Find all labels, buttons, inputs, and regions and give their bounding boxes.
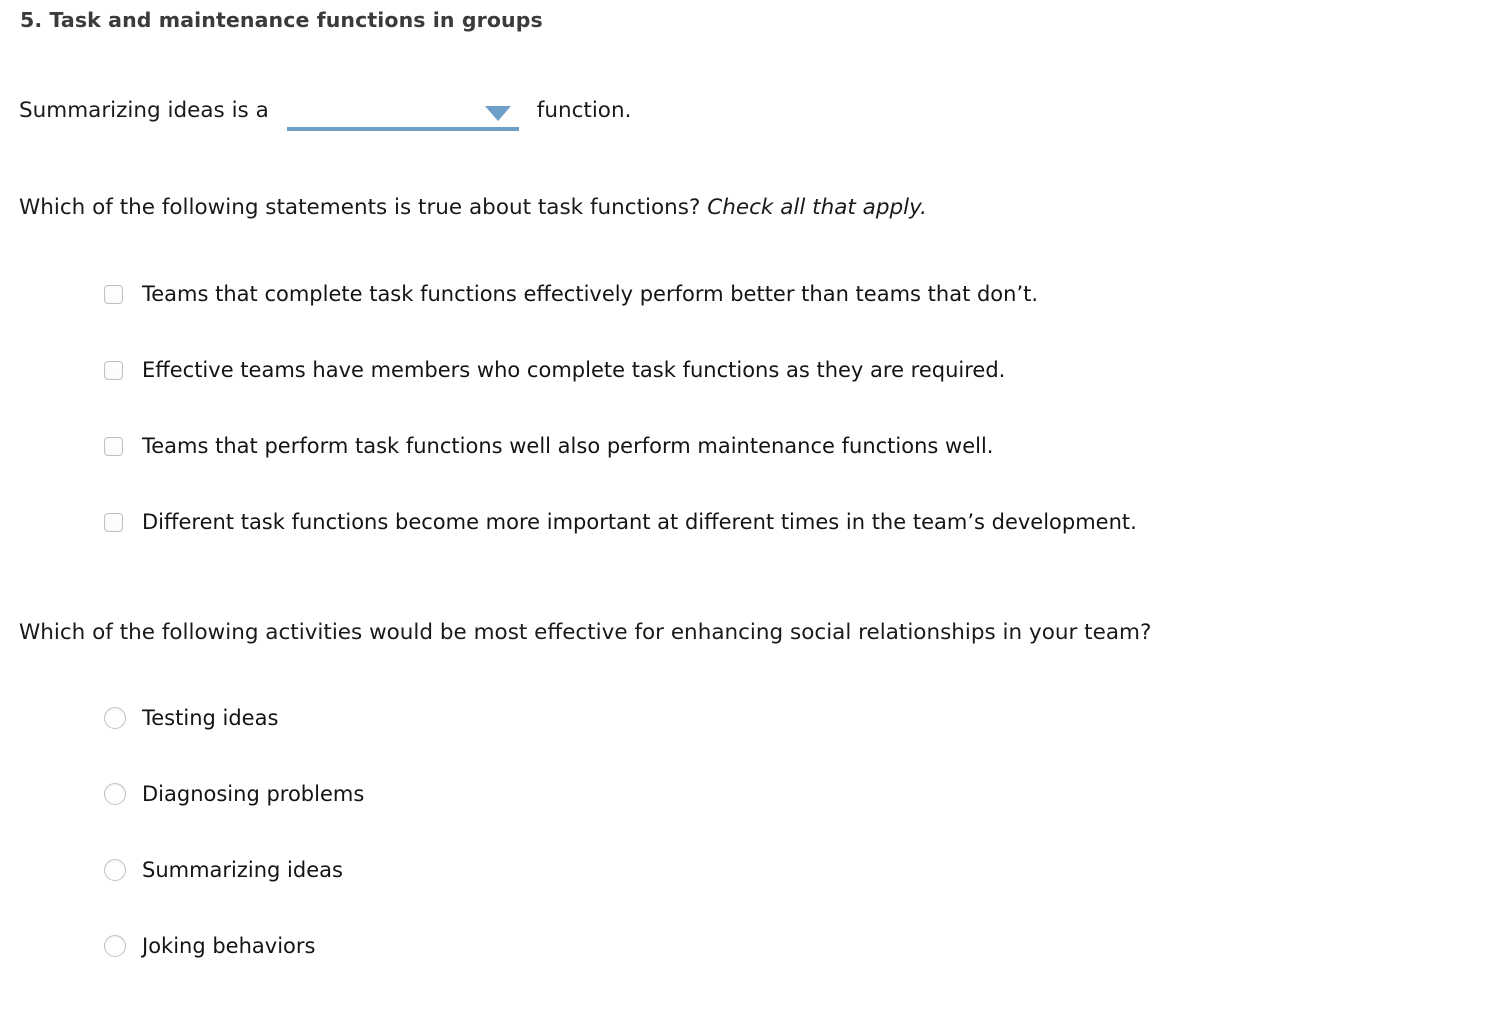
checkbox-option-row[interactable]: Teams that perform task functions well a…: [0, 433, 1460, 459]
radio-input[interactable]: [104, 859, 126, 881]
radio-option-row[interactable]: Summarizing ideas: [0, 857, 1460, 883]
checkbox-question-prompt: Which of the following statements is tru…: [19, 195, 927, 220]
checkbox-option-row[interactable]: Different task functions become more imp…: [0, 509, 1460, 535]
radio-option-row[interactable]: Diagnosing problems: [0, 781, 1460, 807]
radio-option-label: Diagnosing problems: [142, 782, 365, 806]
checkbox-question-text: Which of the following statements is tru…: [19, 195, 701, 220]
radio-option-label: Joking behaviors: [142, 934, 316, 958]
function-type-dropdown[interactable]: [286, 101, 519, 131]
checkbox-input[interactable]: [104, 512, 123, 532]
radio-option-row[interactable]: Joking behaviors: [0, 933, 1460, 959]
function-type-select[interactable]: [286, 101, 519, 131]
checkbox-input[interactable]: [104, 436, 123, 456]
checkbox-option-row[interactable]: Effective teams have members who complet…: [0, 357, 1460, 383]
checkbox-input[interactable]: [104, 284, 123, 304]
radio-option-label: Summarizing ideas: [142, 858, 343, 882]
page-title: 5. Task and maintenance functions in gro…: [20, 8, 543, 32]
checkbox-option-label: Effective teams have members who complet…: [142, 358, 1006, 382]
fill-in-blank-trailing-text: function.: [536, 98, 632, 123]
radio-option-row[interactable]: Testing ideas: [0, 705, 1460, 731]
radio-option-label: Testing ideas: [142, 706, 279, 730]
radio-input[interactable]: [104, 935, 126, 957]
checkbox-option-label: Teams that perform task functions well a…: [142, 434, 994, 458]
radio-input[interactable]: [104, 707, 126, 729]
checkbox-option-list: Teams that complete task functions effec…: [0, 281, 1460, 535]
checkbox-option-row[interactable]: Teams that complete task functions effec…: [0, 281, 1460, 307]
radio-input[interactable]: [104, 783, 126, 805]
checkbox-option-label: Different task functions become more imp…: [142, 510, 1137, 534]
fill-in-blank-sentence: Summarizing ideas is a function.: [19, 98, 632, 131]
quiz-page: 5. Task and maintenance functions in gro…: [0, 0, 1498, 1012]
radio-question-prompt: Which of the following activities would …: [19, 620, 1152, 645]
checkbox-question-instruction: Check all that apply.: [707, 195, 928, 220]
fill-in-blank-lead-text: Summarizing ideas is a: [19, 98, 269, 123]
checkbox-option-label: Teams that complete task functions effec…: [142, 282, 1039, 306]
checkbox-input[interactable]: [104, 360, 123, 380]
radio-option-list: Testing ideas Diagnosing problems Summar…: [0, 705, 1460, 959]
